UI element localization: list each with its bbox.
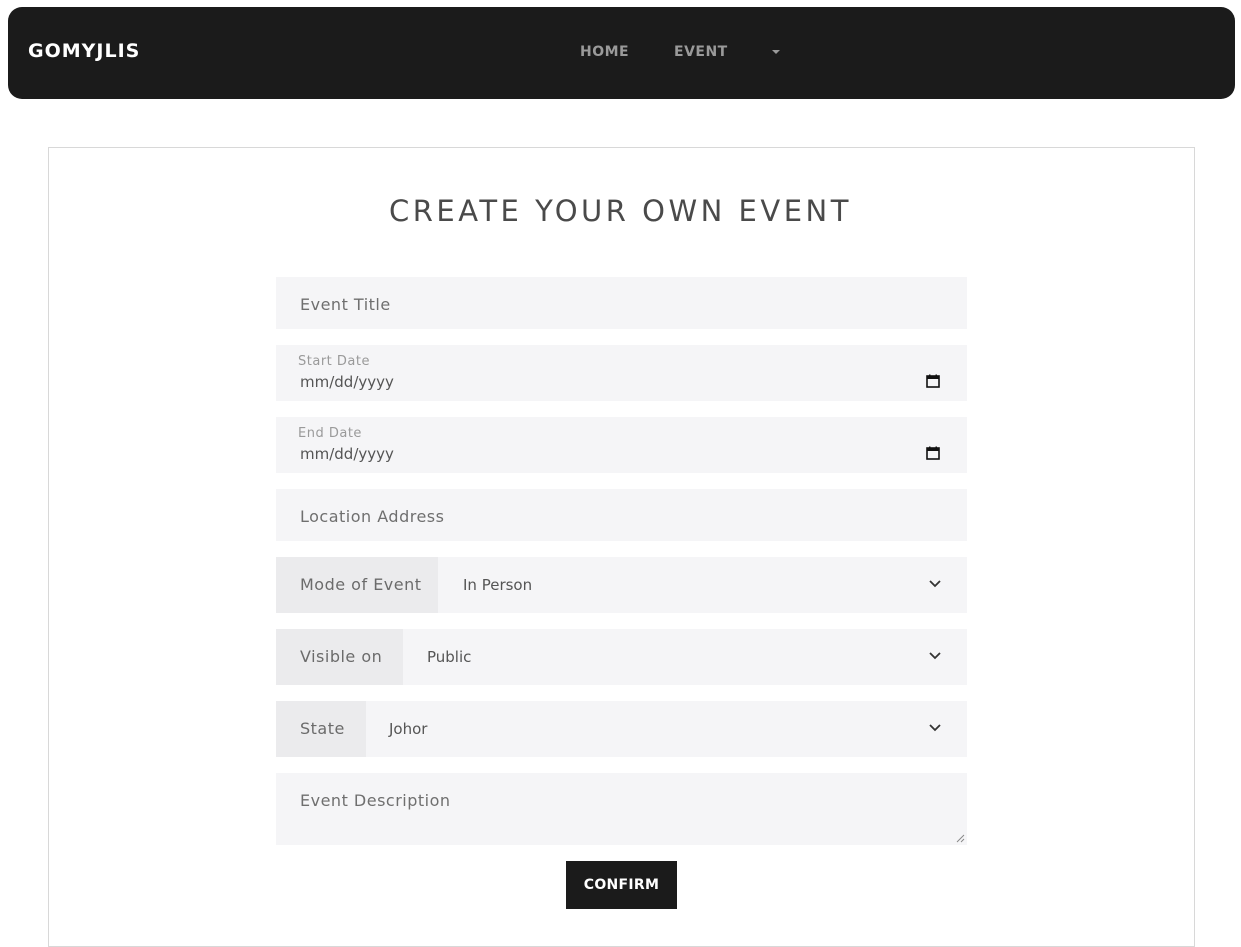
top-navbar: GOMYJLIS HOME EVENT <box>8 7 1235 99</box>
mode-of-event-label: Mode of Event <box>276 557 438 613</box>
visible-on-label: Visible on <box>276 629 403 685</box>
start-date-label: Start Date <box>298 354 370 369</box>
nav-link-event[interactable]: EVENT <box>674 44 728 60</box>
mode-of-event-value: In Person <box>463 576 533 594</box>
mode-of-event-select[interactable]: Mode of Event In Person <box>276 557 967 613</box>
state-select[interactable]: State Johor <box>276 701 967 757</box>
end-date-label: End Date <box>298 426 362 441</box>
visible-on-select[interactable]: Visible on Public <box>276 629 967 685</box>
chevron-down-icon[interactable] <box>928 651 942 661</box>
chevron-down-icon[interactable] <box>928 579 942 589</box>
visible-on-value: Public <box>427 648 472 666</box>
calendar-icon[interactable] <box>926 446 940 460</box>
event-title-input[interactable]: Event Title <box>276 277 967 329</box>
nav-link-home[interactable]: HOME <box>580 44 629 60</box>
location-address-placeholder: Location Address <box>300 507 445 526</box>
caret-down-icon[interactable] <box>772 50 780 54</box>
start-date-value: mm/dd/yyyy <box>300 373 394 391</box>
end-date-input[interactable]: End Date mm/dd/yyyy <box>276 417 967 473</box>
location-address-input[interactable]: Location Address <box>276 489 967 541</box>
chevron-down-icon[interactable] <box>928 723 942 733</box>
start-date-input[interactable]: Start Date mm/dd/yyyy <box>276 345 967 401</box>
end-date-value: mm/dd/yyyy <box>300 445 394 463</box>
event-description-placeholder: Event Description <box>300 791 451 810</box>
confirm-button[interactable]: CONFIRM <box>566 861 677 909</box>
event-title-placeholder: Event Title <box>300 295 391 314</box>
calendar-icon[interactable] <box>926 374 940 388</box>
event-description-textarea[interactable]: Event Description <box>276 773 967 845</box>
state-label: State <box>276 701 366 757</box>
resize-handle-icon[interactable] <box>955 833 965 843</box>
page-title: CREATE YOUR OWN EVENT <box>389 194 852 228</box>
state-value: Johor <box>389 720 428 738</box>
brand-logo[interactable]: GOMYJLIS <box>28 40 140 62</box>
